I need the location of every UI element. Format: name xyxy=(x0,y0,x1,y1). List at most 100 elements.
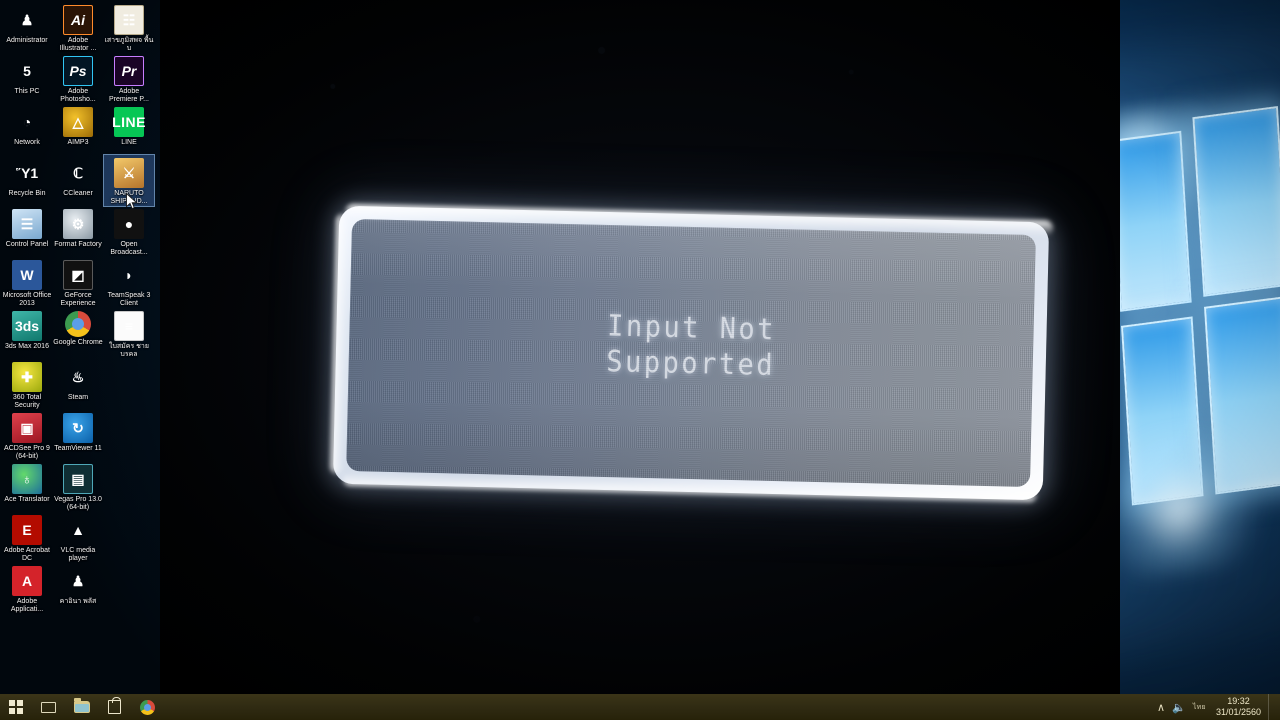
desktop-icon-thai-app[interactable]: ♟ คาอินา พลัส xyxy=(53,563,103,614)
windows-logo-pane xyxy=(1110,131,1192,312)
desktop-icon-google-chrome[interactable]: Google Chrome xyxy=(53,308,103,359)
desktop-icon-label: Open Broadcast... xyxy=(104,241,154,257)
google-chrome-button[interactable] xyxy=(131,694,164,720)
desktop-icon-geforce-experience[interactable]: ◩ GeForce Experience xyxy=(53,257,103,308)
empty-slot xyxy=(104,410,154,461)
desktop-icon-label: AIMP3 xyxy=(53,139,103,147)
recycle-bin-icon: Ὕ1 xyxy=(12,158,42,188)
desktop-icon-thai-document[interactable]: ☷ เสาขภูมิสพจ พื้นบ xyxy=(104,2,154,53)
thai-app-icon: ♟ xyxy=(63,566,93,596)
desktop-icon-network[interactable]: ◔ Network xyxy=(2,104,52,155)
360-total-security-icon: ✚ xyxy=(12,362,42,392)
control-panel-icon: ☰ xyxy=(12,209,42,239)
desktop-icon-label: Administrator xyxy=(2,37,52,45)
start-button[interactable] xyxy=(0,694,32,720)
ccleaner-icon: ℂ xyxy=(63,158,93,188)
desktop-icon-label: Microsoft Office 2013 xyxy=(2,292,52,308)
desktop-icon-acdsee-pro[interactable]: ▣ ACDSee Pro 9 (64-bit) xyxy=(2,410,52,461)
desktop-icon-adobe-acrobat[interactable]: ὜E Adobe Acrobat DC xyxy=(2,512,52,563)
desktop-icon-aimp3[interactable]: △ AIMP3 xyxy=(53,104,103,155)
microsoft-store-button[interactable] xyxy=(98,694,131,720)
folder-icon xyxy=(74,701,90,713)
desktop-icon-label: 360 Total Security xyxy=(2,394,52,410)
desktop-icon-label: TeamSpeak 3 Client xyxy=(104,292,154,308)
desktop-icon-administrator[interactable]: ♟ Administrator xyxy=(2,2,52,53)
desktop-icon-adobe-illustrator[interactable]: Ai Adobe Illustrator ... xyxy=(53,2,103,53)
desktop-icon-vegas-pro[interactable]: ▤ Vegas Pro 13.0 (64-bit) xyxy=(53,461,103,512)
desktop-icon-label: Recycle Bin xyxy=(2,190,52,198)
clock[interactable]: 19:32 31/01/2560 xyxy=(1213,696,1261,718)
volume-icon[interactable]: 🔈 xyxy=(1172,701,1186,714)
microsoft-word-icon: W xyxy=(12,260,42,290)
desktop-icon-thai-text-document[interactable]: ≡ ใบสมัคร ชาย บรคล xyxy=(104,308,154,359)
task-view-button[interactable] xyxy=(32,694,65,720)
desktop-icon-label: This PC xyxy=(2,88,52,96)
desktop-icon-steam[interactable]: ♨ Steam xyxy=(53,359,103,410)
task-view-icon xyxy=(41,702,56,713)
desktop-icon-microsoft-word[interactable]: W Microsoft Office 2013 xyxy=(2,257,52,308)
desktop-icon-label: Adobe Applicati... xyxy=(2,598,52,614)
system-tray: ∧ 🔈 ไทย 19:32 31/01/2560 xyxy=(1157,694,1280,720)
show-desktop-button[interactable] xyxy=(1268,694,1275,720)
this-pc-icon: ὚5 xyxy=(12,56,42,86)
adobe-illustrator-icon: Ai xyxy=(63,5,93,35)
desktop-icon-adobe-premiere[interactable]: Pr Adobe Premiere P... xyxy=(104,53,154,104)
desktop-icon-label: Adobe Photosho... xyxy=(53,88,103,104)
adobe-application-icon: A xyxy=(12,566,42,596)
desktop-icon-label: Control Panel xyxy=(2,241,52,249)
desktop-icon-label: Vegas Pro 13.0 (64-bit) xyxy=(53,496,103,512)
desktop-icon-label: Adobe Acrobat DC xyxy=(2,547,52,563)
adobe-photoshop-icon: Ps xyxy=(63,56,93,86)
teamviewer-icon: ↻ xyxy=(63,413,93,443)
desktop-icon-line[interactable]: LINE LINE xyxy=(104,104,154,155)
language-indicator[interactable]: ไทย xyxy=(1193,702,1206,713)
file-explorer-button[interactable] xyxy=(65,694,98,720)
empty-slot xyxy=(104,461,154,512)
desktop-icon-recycle-bin[interactable]: Ὕ1 Recycle Bin xyxy=(2,155,52,206)
desktop-icon-label: ACDSee Pro 9 (64-bit) xyxy=(2,445,52,461)
chrome-icon xyxy=(140,700,155,715)
desktop-icon-label: Adobe Illustrator ... xyxy=(53,37,103,53)
vlc-media-player-icon: ▲ xyxy=(63,515,93,545)
steam-icon: ♨ xyxy=(63,362,93,392)
desktop-icon-adobe-photoshop[interactable]: Ps Adobe Photosho... xyxy=(53,53,103,104)
desktop-icon-label: TeamViewer 11 xyxy=(53,445,103,453)
taskbar: ∧ 🔈 ไทย 19:32 31/01/2560 xyxy=(0,694,1280,720)
desktop-icon-label: เสาขภูมิสพจ พื้นบ xyxy=(104,37,154,53)
desktop-icon-label: LINE xyxy=(104,139,154,147)
desktop-icon-360-total-security[interactable]: ✚ 360 Total Security xyxy=(2,359,52,410)
desktop-icon-open-broadcaster[interactable]: ● Open Broadcast... xyxy=(104,206,154,257)
show-hidden-icons-button[interactable]: ∧ xyxy=(1157,701,1165,714)
desktop-icon-label: Format Factory xyxy=(53,241,103,249)
geforce-experience-icon: ◩ xyxy=(63,260,93,290)
ace-translator-icon: ♁ xyxy=(12,464,42,494)
desktop-icon-ccleaner[interactable]: ℂ CCleaner xyxy=(53,155,103,206)
desktop-icon-control-panel[interactable]: ☰ Control Panel xyxy=(2,206,52,257)
open-broadcaster-icon: ● xyxy=(114,209,144,239)
logo-flare xyxy=(1108,423,1266,582)
empty-slot xyxy=(104,563,154,614)
desktop-icon-teamspeak[interactable]: ◗ TeamSpeak 3 Client xyxy=(104,257,154,308)
desktop-icon-label: Ace Translator xyxy=(2,496,52,504)
format-factory-icon: ⚙ xyxy=(63,209,93,239)
windows-logo-pane xyxy=(1192,106,1280,297)
vegas-pro-icon: ▤ xyxy=(63,464,93,494)
desktop-icon-naruto-shippuden[interactable]: ⚔ NARUTO SHIPPUD... xyxy=(104,155,154,206)
adobe-acrobat-icon: ὜E xyxy=(12,515,42,545)
desktop-icon-format-factory[interactable]: ⚙ Format Factory xyxy=(53,206,103,257)
line-icon: LINE xyxy=(114,107,144,137)
teamspeak-icon: ◗ xyxy=(114,260,144,290)
desktop-icon-adobe-application[interactable]: A Adobe Applicati... xyxy=(2,563,52,614)
3ds-max-icon: 3ds xyxy=(12,311,42,341)
desktop-screen: ♟ Administrator Ai Adobe Illustrator ... ☷ เส… xyxy=(0,0,1280,720)
desktop-icon-this-pc[interactable]: ὚5 This PC xyxy=(2,53,52,104)
desktop-icon-teamviewer[interactable]: ↻ TeamViewer 11 xyxy=(53,410,103,461)
clock-time: 19:32 xyxy=(1216,696,1261,707)
network-icon: ◔ xyxy=(12,107,42,137)
aimp3-icon: △ xyxy=(63,107,93,137)
desktop-icon-ace-translator[interactable]: ♁ Ace Translator xyxy=(2,461,52,512)
desktop-icon-3ds-max[interactable]: 3ds 3ds Max 2016 xyxy=(2,308,52,359)
desktop-icon-label: Network xyxy=(2,139,52,147)
desktop-icon-label: CCleaner xyxy=(53,190,103,198)
desktop-icon-vlc-media-player[interactable]: ▲ VLC media player xyxy=(53,512,103,563)
